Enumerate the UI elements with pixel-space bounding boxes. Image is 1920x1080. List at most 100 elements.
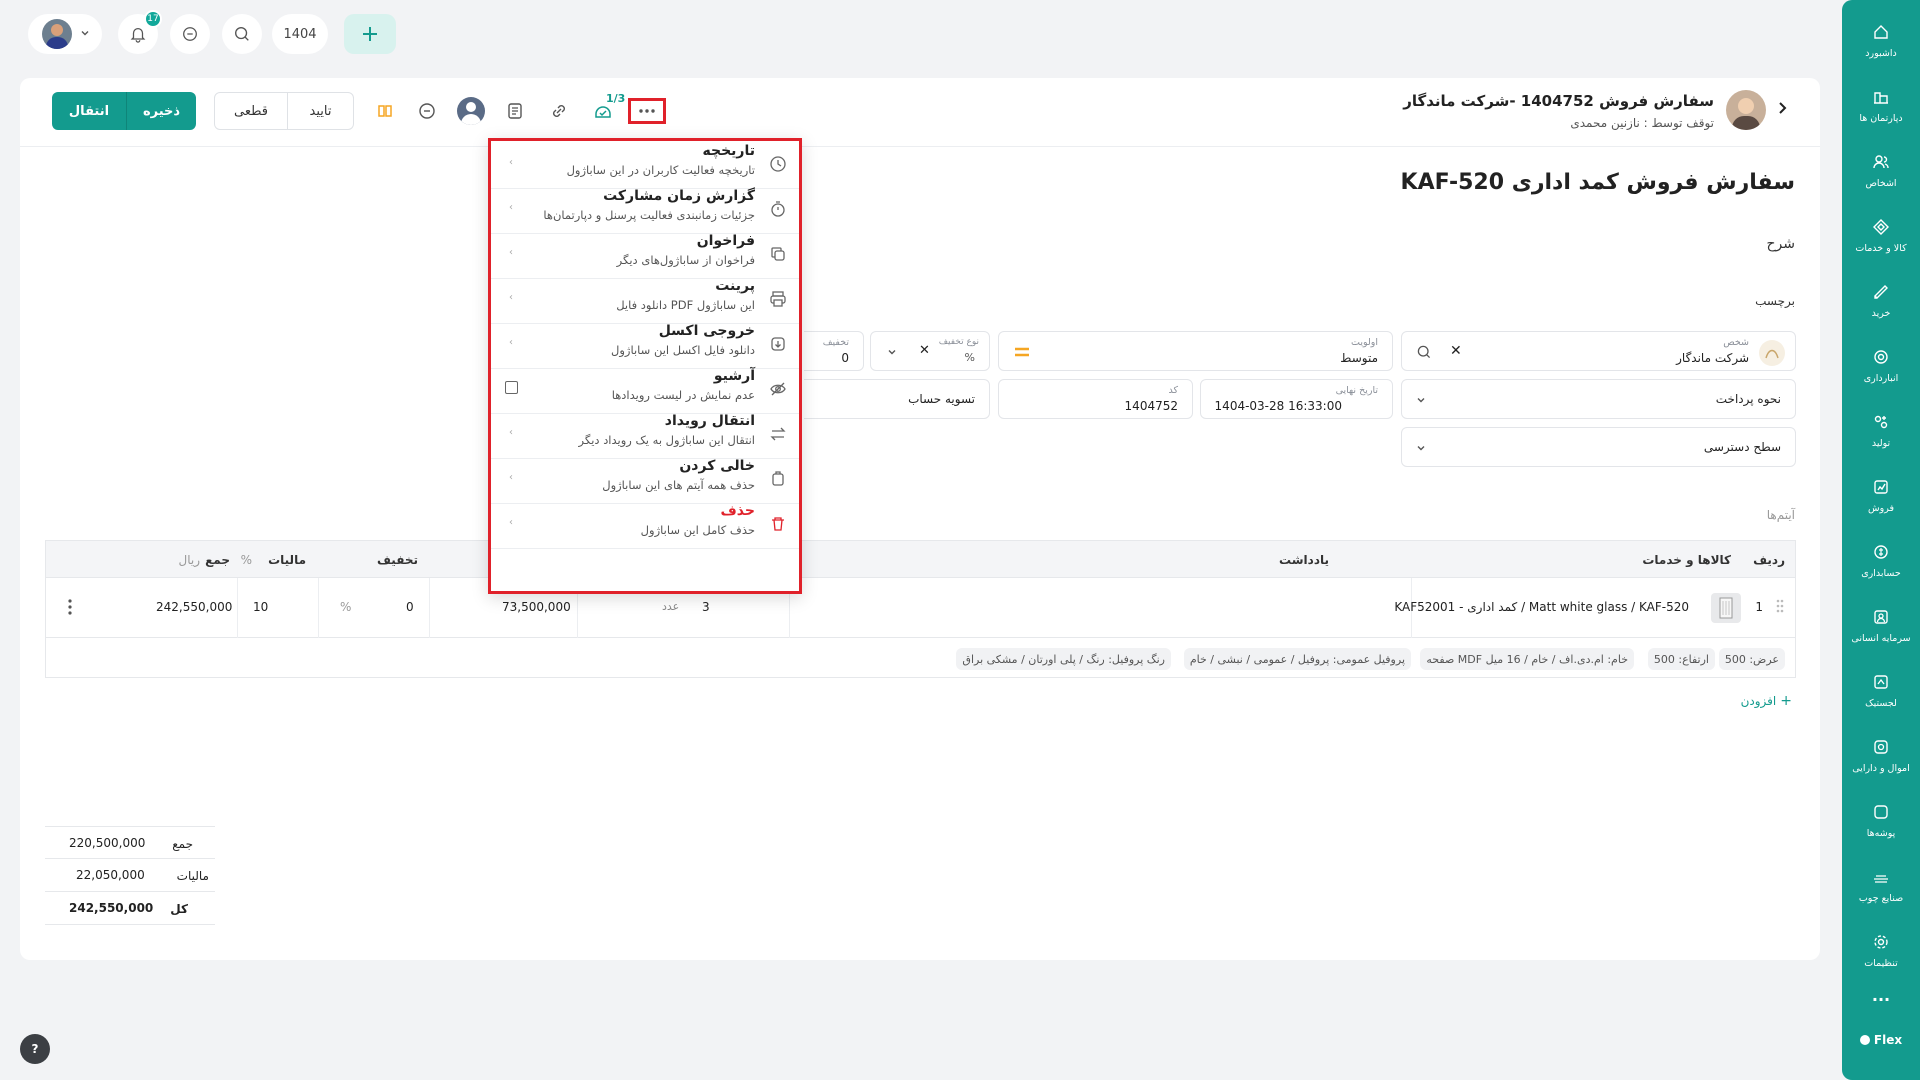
chat-button[interactable] bbox=[170, 14, 210, 54]
chevron-left-icon: ‹ bbox=[509, 427, 513, 438]
year-selector[interactable]: 1404 bbox=[272, 14, 328, 54]
search-button[interactable] bbox=[222, 14, 262, 54]
totals-grand: کل 242,550,000 bbox=[45, 892, 215, 925]
row-menu-icon[interactable] bbox=[68, 598, 72, 616]
code-field[interactable]: کد 1404752 bbox=[998, 379, 1193, 419]
gear-icon bbox=[1874, 934, 1888, 949]
col-discount: تخفیف bbox=[377, 553, 418, 567]
eye-off-icon bbox=[767, 378, 789, 400]
sidebar-item[interactable]: اموال و دارایی bbox=[1842, 727, 1920, 783]
split-view-button[interactable] bbox=[370, 96, 400, 126]
payment-method-field[interactable]: نحوه پرداخت bbox=[1401, 379, 1796, 419]
more-horizontal-icon bbox=[639, 109, 655, 113]
confirm-button[interactable]: تایید bbox=[288, 92, 354, 130]
chevron-right-icon bbox=[1779, 102, 1787, 114]
chevron-down-icon bbox=[1417, 446, 1425, 451]
person-field[interactable]: شخص شرکت ماندگار ✕ bbox=[1401, 331, 1796, 371]
more-options-button[interactable] bbox=[628, 98, 666, 124]
transfer-button[interactable]: انتقال bbox=[52, 92, 126, 130]
tag-label[interactable]: برچسب bbox=[1755, 294, 1795, 308]
product-name[interactable]: KAF52001 - کمد اداری / Matt white glass … bbox=[1394, 600, 1689, 614]
stage-button[interactable]: 1/3 bbox=[588, 92, 625, 126]
deadline-field[interactable]: تاریخ نهایی 1404-03-28 16:33:00 bbox=[1200, 379, 1393, 419]
attribute-chip: صفحه MDF خام: ام.دی.اف / خام / 16 میل bbox=[1420, 648, 1634, 670]
attributes-row: عرض: 500 ارتفاع: 500 صفحه MDF خام: ام.دی… bbox=[45, 638, 1796, 678]
totals-sum: جمع 220,500,000 bbox=[45, 826, 215, 859]
chat-icon bbox=[419, 103, 435, 119]
sidebar-item[interactable]: داشبورد bbox=[1842, 12, 1920, 68]
sidebar-more-button[interactable]: ... bbox=[1842, 980, 1920, 1010]
clock-icon bbox=[767, 153, 789, 175]
stopwatch-icon bbox=[767, 198, 789, 220]
chevron-down-icon bbox=[80, 28, 90, 38]
add-item-button[interactable]: + افزودن bbox=[1741, 693, 1792, 709]
sidebar-item[interactable]: فروش bbox=[1842, 467, 1920, 523]
sidebar-item[interactable]: سرمایه انسانی bbox=[1842, 597, 1920, 653]
sidebar-item[interactable]: تولید bbox=[1842, 402, 1920, 458]
comments-button[interactable] bbox=[412, 96, 442, 126]
clear-icon[interactable]: ✕ bbox=[919, 343, 930, 358]
settlement-field[interactable]: تسویه حساب bbox=[804, 379, 990, 419]
link-icon bbox=[553, 105, 565, 117]
plus-icon: + bbox=[1780, 693, 1792, 709]
notifications-button[interactable]: 17 bbox=[118, 10, 162, 54]
col-total-unit: ریال bbox=[178, 553, 200, 567]
sidebar-item[interactable]: تنظیمات bbox=[1842, 922, 1920, 978]
clear-icon[interactable]: ✕ bbox=[1450, 343, 1462, 359]
discount-type-field[interactable]: نوع تخفیف % ✕ bbox=[870, 331, 990, 371]
assignee-button[interactable] bbox=[456, 96, 486, 126]
row-qty[interactable]: 3 bbox=[702, 600, 710, 614]
access-level-field[interactable]: سطح دسترسی bbox=[1401, 427, 1796, 467]
sidebar-item[interactable]: دپارتمان ها bbox=[1842, 77, 1920, 133]
search-icon[interactable] bbox=[1416, 344, 1432, 360]
row-tax[interactable]: 10 bbox=[253, 600, 268, 614]
row-price[interactable]: 73,500,000 bbox=[502, 600, 571, 614]
user-avatar-icon bbox=[457, 97, 485, 125]
archive-checkbox[interactable] bbox=[505, 381, 518, 394]
cart-icon bbox=[1874, 284, 1888, 299]
sidebar-item[interactable]: صنایع چوب bbox=[1842, 857, 1920, 913]
asset-icon bbox=[1874, 739, 1888, 754]
save-button[interactable]: ذخیره bbox=[126, 92, 196, 130]
sidebar-item[interactable]: انبارداری bbox=[1842, 337, 1920, 393]
sidebar-item[interactable]: کالا و خدمات bbox=[1842, 207, 1920, 263]
chevron-left-icon: ‹ bbox=[509, 157, 513, 168]
wood-icon bbox=[1874, 874, 1888, 883]
sidebar-item[interactable]: خرید bbox=[1842, 272, 1920, 328]
download-icon bbox=[767, 333, 789, 355]
row-total: 242,550,000 bbox=[156, 600, 233, 614]
company-logo-icon bbox=[1759, 340, 1785, 366]
notes-button[interactable] bbox=[500, 96, 530, 126]
link-button[interactable] bbox=[544, 96, 574, 126]
transfer-icon bbox=[767, 423, 789, 445]
priority-field[interactable]: اولویت متوسط bbox=[998, 331, 1393, 371]
sidebar-item[interactable]: اشخاص bbox=[1842, 142, 1920, 198]
help-button[interactable]: ? bbox=[20, 1034, 50, 1064]
final-button[interactable]: قطعی bbox=[214, 92, 288, 130]
notepad-icon bbox=[508, 103, 522, 119]
drag-handle-icon[interactable] bbox=[1775, 598, 1785, 614]
clear-icon bbox=[767, 468, 789, 490]
sidebar-item[interactable]: پوشه‌ها bbox=[1842, 792, 1920, 848]
back-button[interactable] bbox=[1774, 100, 1790, 116]
sidebar-item[interactable]: حسابداری bbox=[1842, 532, 1920, 588]
table-row[interactable]: 1 KAF52001 - کمد اداری / Matt white glas… bbox=[45, 578, 1796, 638]
users-icon bbox=[1873, 154, 1889, 168]
discount-field[interactable]: تخفیف 0 bbox=[804, 331, 864, 371]
user-menu[interactable] bbox=[28, 14, 102, 54]
sidebar: داشبورد دپارتمان ها اشخاص کالا و خدمات خرید ا… bbox=[1842, 0, 1920, 1080]
attribute-chip: رنگ پروفیل: رنگ / پلی اورتان / مشکی براق bbox=[956, 648, 1171, 670]
add-button[interactable] bbox=[344, 14, 396, 54]
row-discount[interactable]: 0 bbox=[406, 600, 414, 614]
menu-item[interactable]: حذف حذف کامل این ساباژول ‹ bbox=[491, 497, 799, 549]
row-discount-unit: % bbox=[340, 600, 352, 614]
description-label[interactable]: شرح bbox=[1767, 236, 1796, 252]
warehouse-icon bbox=[1874, 349, 1888, 364]
search-icon bbox=[235, 27, 249, 41]
notification-badge: 17 bbox=[144, 10, 162, 28]
chevron-down-icon bbox=[888, 350, 896, 355]
box-icon bbox=[1873, 218, 1889, 235]
sidebar-item[interactable]: لجستیک bbox=[1842, 662, 1920, 718]
stopped-by: توقف توسط : نازنین محمدی bbox=[1570, 116, 1714, 130]
trash-icon bbox=[767, 513, 789, 535]
